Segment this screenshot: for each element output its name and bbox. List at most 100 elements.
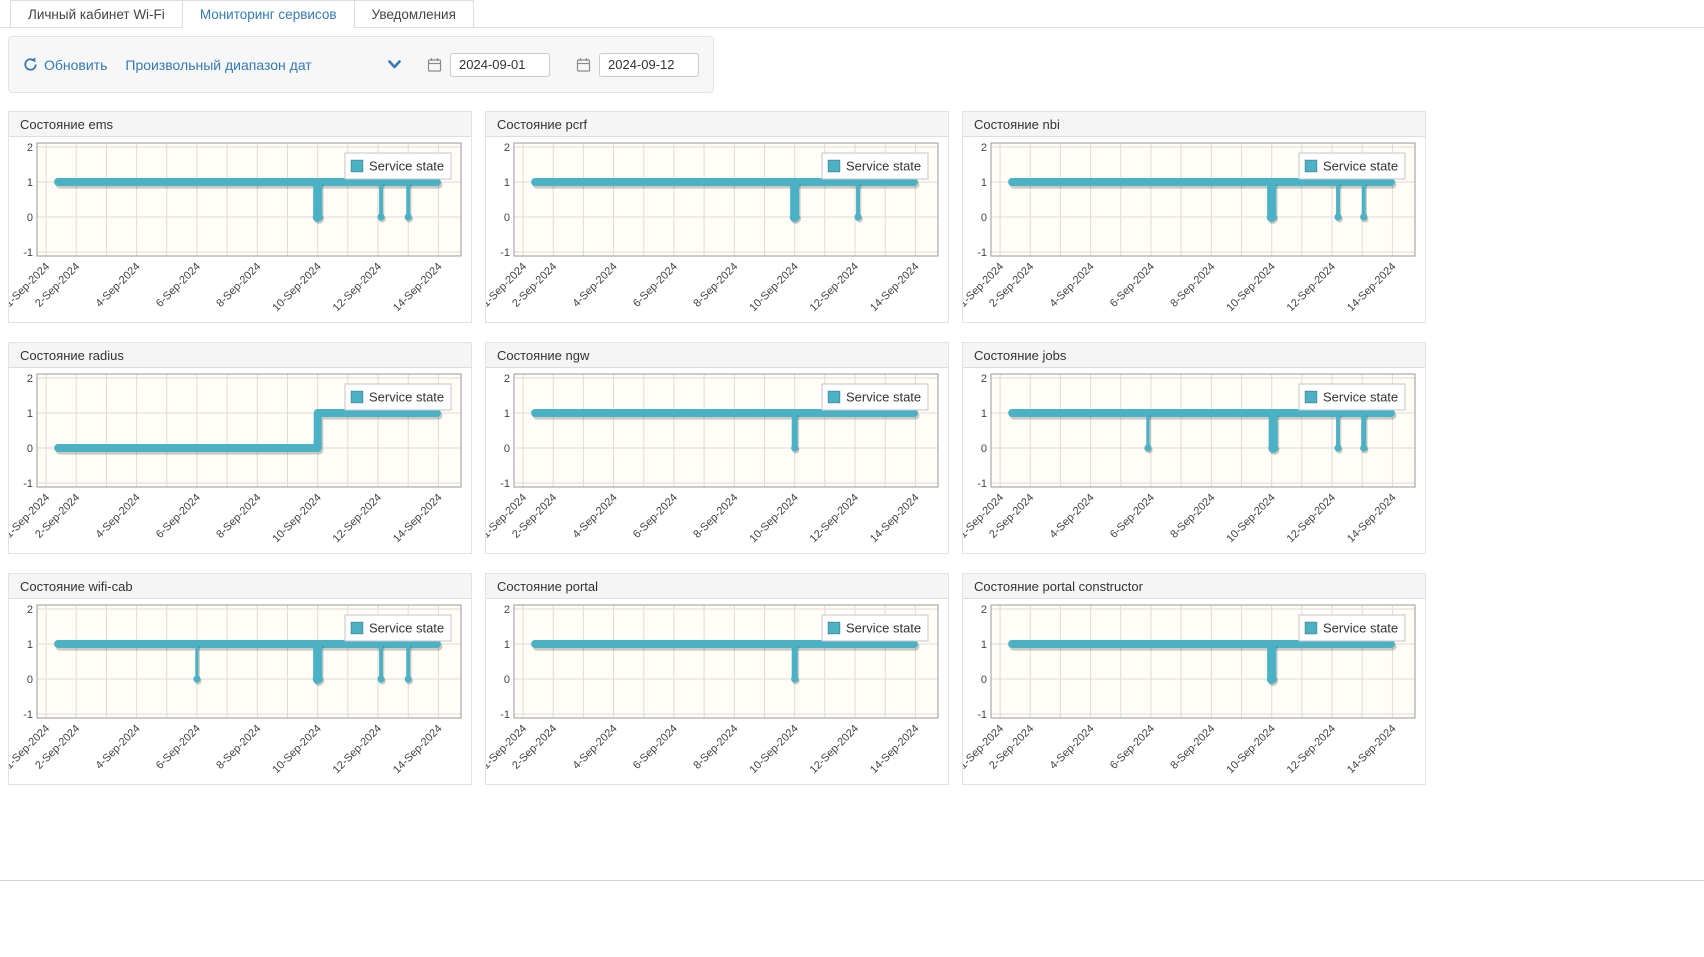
svg-text:10-Sep-2024: 10-Sep-2024 (1224, 261, 1277, 314)
calendar-icon[interactable] (576, 57, 591, 73)
svg-text:4-Sep-2024: 4-Sep-2024 (571, 261, 620, 310)
legend-label: Service state (846, 159, 921, 174)
svg-text:12-Sep-2024: 12-Sep-2024 (1285, 492, 1338, 545)
svg-text:0: 0 (504, 212, 510, 224)
svg-text:-1: -1 (23, 247, 33, 259)
tab-service-monitoring[interactable]: Мониторинг сервисов (182, 0, 355, 28)
svg-text:0: 0 (504, 443, 510, 455)
svg-text:14-Sep-2024: 14-Sep-2024 (391, 261, 444, 314)
svg-text:2: 2 (981, 142, 987, 154)
state-chart: -10121-Sep-20242-Sep-20244-Sep-20246-Sep… (9, 599, 471, 784)
state-chart: -10121-Sep-20242-Sep-20244-Sep-20246-Sep… (9, 137, 471, 322)
date-from-input[interactable] (450, 53, 550, 77)
chart-title: Состояние pcrf (486, 112, 948, 137)
svg-text:6-Sep-2024: 6-Sep-2024 (631, 261, 680, 310)
refresh-button[interactable]: Обновить (23, 57, 107, 73)
date-range-dropdown[interactable]: Произвольный диапазон дат (125, 57, 401, 73)
chart-title: Состояние wifi-cab (9, 574, 471, 599)
chart-legend: Service state (822, 384, 928, 410)
svg-text:6-Sep-2024: 6-Sep-2024 (154, 492, 203, 541)
svg-text:1: 1 (27, 177, 33, 189)
svg-text:4-Sep-2024: 4-Sep-2024 (1048, 261, 1097, 310)
chart-title: Состояние jobs (963, 343, 1425, 368)
state-chart: -10121-Sep-20242-Sep-20244-Sep-20246-Sep… (963, 137, 1425, 322)
svg-text:14-Sep-2024: 14-Sep-2024 (868, 492, 921, 545)
date-range-value: Произвольный диапазон дат (125, 57, 311, 73)
svg-text:4-Sep-2024: 4-Sep-2024 (1048, 723, 1097, 772)
legend-label: Service state (369, 159, 444, 174)
svg-text:14-Sep-2024: 14-Sep-2024 (1345, 261, 1398, 314)
svg-text:12-Sep-2024: 12-Sep-2024 (1285, 261, 1338, 314)
chart-title: Состояние radius (9, 343, 471, 368)
downtime-marker (1268, 443, 1278, 453)
chart-panel: Состояние nbi -10121-Sep-20242-Sep-20244… (962, 111, 1426, 323)
svg-text:0: 0 (27, 212, 33, 224)
svg-text:6-Sep-2024: 6-Sep-2024 (1108, 261, 1157, 310)
svg-text:6-Sep-2024: 6-Sep-2024 (631, 492, 680, 541)
chart-panel: Состояние pcrf -10121-Sep-20242-Sep-2024… (485, 111, 949, 323)
svg-text:1: 1 (27, 408, 33, 420)
legend-label: Service state (846, 621, 921, 636)
svg-text:2: 2 (981, 604, 987, 616)
chart-panel: Состояние wifi-cab -10121-Sep-20242-Sep-… (8, 573, 472, 785)
chart-legend: Service state (345, 153, 451, 179)
svg-text:8-Sep-2024: 8-Sep-2024 (1168, 492, 1217, 541)
svg-text:12-Sep-2024: 12-Sep-2024 (1285, 723, 1338, 776)
svg-text:1: 1 (981, 408, 987, 420)
chart-legend: Service state (1299, 615, 1405, 641)
downtime-marker (1360, 213, 1367, 220)
state-chart: -10121-Sep-20242-Sep-20244-Sep-20246-Sep… (9, 368, 471, 553)
svg-text:-1: -1 (977, 709, 987, 721)
date-to-input[interactable] (599, 53, 699, 77)
svg-text:2: 2 (27, 373, 33, 385)
svg-text:4-Sep-2024: 4-Sep-2024 (571, 723, 620, 772)
svg-text:-1: -1 (23, 478, 33, 490)
svg-text:6-Sep-2024: 6-Sep-2024 (631, 723, 680, 772)
svg-text:0: 0 (27, 674, 33, 686)
state-chart: -10121-Sep-20242-Sep-20244-Sep-20246-Sep… (963, 599, 1425, 784)
legend-swatch (1305, 160, 1317, 172)
svg-text:12-Sep-2024: 12-Sep-2024 (331, 492, 384, 545)
svg-text:-1: -1 (23, 709, 33, 721)
svg-text:2: 2 (504, 373, 510, 385)
svg-text:14-Sep-2024: 14-Sep-2024 (868, 723, 921, 776)
tab-personal-cabinet[interactable]: Личный кабинет Wi-Fi (10, 0, 183, 28)
svg-text:6-Sep-2024: 6-Sep-2024 (154, 261, 203, 310)
svg-text:4-Sep-2024: 4-Sep-2024 (571, 492, 620, 541)
svg-text:2: 2 (27, 142, 33, 154)
downtime-marker (1334, 444, 1341, 451)
svg-text:2: 2 (981, 373, 987, 385)
svg-text:8-Sep-2024: 8-Sep-2024 (691, 261, 740, 310)
chart-panel: Состояние portal constructor -10121-Sep-… (962, 573, 1426, 785)
svg-text:1: 1 (981, 639, 987, 651)
svg-text:2: 2 (27, 604, 33, 616)
svg-text:10-Sep-2024: 10-Sep-2024 (270, 492, 323, 545)
svg-text:8-Sep-2024: 8-Sep-2024 (691, 492, 740, 541)
calendar-icon[interactable] (427, 57, 442, 73)
chart-title: Состояние portal constructor (963, 574, 1425, 599)
chart-legend: Service state (1299, 153, 1405, 179)
svg-text:1: 1 (504, 177, 510, 189)
downtime-marker (791, 444, 798, 451)
svg-text:1: 1 (27, 639, 33, 651)
svg-text:-1: -1 (500, 478, 510, 490)
legend-swatch (828, 391, 840, 403)
state-chart: -10121-Sep-20242-Sep-20244-Sep-20246-Sep… (486, 368, 948, 553)
chart-panel: Состояние ngw -10121-Sep-20242-Sep-20244… (485, 342, 949, 554)
svg-text:12-Sep-2024: 12-Sep-2024 (331, 261, 384, 314)
downtime-marker (377, 675, 384, 682)
downtime-marker (1334, 213, 1341, 220)
chart-title: Состояние portal (486, 574, 948, 599)
state-chart: -10121-Sep-20242-Sep-20244-Sep-20246-Sep… (486, 137, 948, 322)
chart-legend: Service state (345, 615, 451, 641)
chart-legend: Service state (822, 615, 928, 641)
svg-text:8-Sep-2024: 8-Sep-2024 (214, 492, 263, 541)
date-to-group (576, 53, 699, 77)
chevron-down-icon (388, 60, 401, 69)
svg-text:-1: -1 (977, 247, 987, 259)
svg-text:-1: -1 (500, 247, 510, 259)
svg-text:0: 0 (981, 674, 987, 686)
refresh-icon (23, 57, 38, 72)
legend-swatch (351, 391, 363, 403)
tab-notifications[interactable]: Уведомления (354, 0, 474, 28)
